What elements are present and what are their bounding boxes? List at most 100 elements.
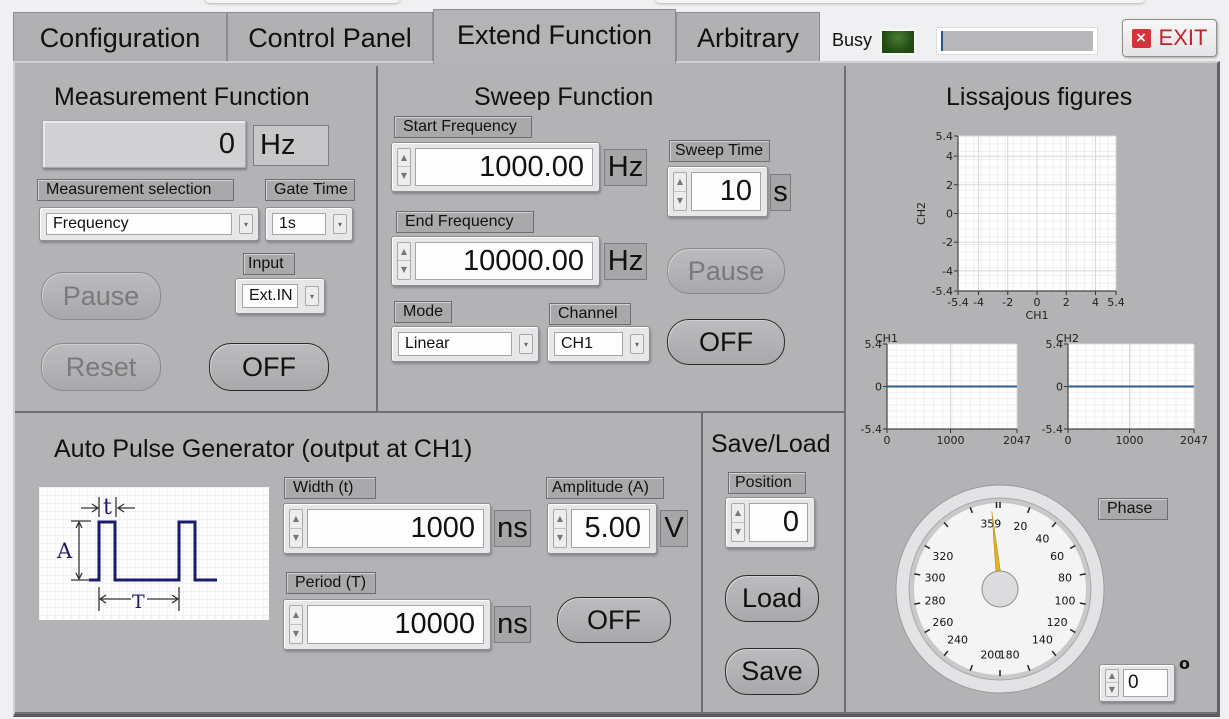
gauge-label: 40 (1035, 532, 1049, 545)
input-value: Ext.IN (242, 284, 298, 308)
measurement-reset-button[interactable]: Reset (41, 343, 161, 391)
increment-icon[interactable]: ▲ (398, 149, 410, 167)
sweep-on-off-toggle[interactable]: OFF (667, 319, 785, 365)
x-tick-label: 1000 (1116, 434, 1144, 447)
start-frequency-spinner[interactable]: ▲ ▼ (397, 148, 411, 186)
chevron-down-icon[interactable]: ▾ (305, 286, 319, 306)
measurement-on-off-toggle[interactable]: OFF (209, 343, 329, 391)
y-tick-label: 0 (946, 208, 953, 221)
save-button[interactable]: Save (725, 648, 819, 695)
position-value[interactable]: 0 (749, 503, 808, 542)
measurement-pause-button[interactable]: Pause (41, 272, 161, 320)
chevron-down-icon[interactable]: ▾ (239, 214, 253, 234)
y-tick-label: -5.4 (932, 285, 953, 298)
gauge-label: 20 (1013, 520, 1027, 533)
start-frequency-value[interactable]: 1000.00 (415, 148, 593, 186)
tab-extend-function[interactable]: Extend Function (433, 9, 676, 64)
x-tick-label: 4 (1092, 296, 1099, 309)
start-frequency-input[interactable]: ▲ ▼ 1000.00 (391, 142, 600, 192)
degree-symbol: o (1179, 654, 1190, 673)
period-input[interactable]: ▲ ▼ 10000 (283, 599, 491, 650)
gate-time-dropdown[interactable]: 1s ▾ (265, 207, 353, 241)
width-value[interactable]: 1000 (307, 509, 484, 548)
gauge-tick (1079, 602, 1086, 605)
amplitude-label: Amplitude (A) (546, 477, 664, 499)
decrement-icon[interactable]: ▼ (398, 261, 410, 279)
position-input[interactable]: ▲ ▼ 0 (725, 497, 815, 548)
decrement-icon[interactable]: ▼ (674, 192, 686, 211)
y-tick-label: 0 (1056, 381, 1063, 394)
end-frequency-input[interactable]: ▲ ▼ 10000.00 (391, 236, 600, 286)
measurement-selection-dropdown[interactable]: Frequency ▾ (39, 207, 259, 241)
gauge-tick (1079, 573, 1086, 576)
frequency-reading-value: 0 (218, 127, 235, 160)
gauge-label: 80 (1058, 572, 1072, 585)
pulse-on-off-toggle[interactable]: OFF (557, 597, 671, 643)
tab-control-panel[interactable]: Control Panel (227, 12, 433, 62)
amplitude-value[interactable]: 5.00 (571, 509, 650, 548)
period-value[interactable]: 10000 (307, 605, 484, 644)
top-decoration (205, 0, 400, 3)
tab-arbitrary[interactable]: Arbitrary (676, 12, 820, 62)
phase-value[interactable]: 0 (1123, 669, 1168, 697)
decrement-icon[interactable]: ▼ (1106, 683, 1118, 696)
y-tick-label: 5.4 (936, 130, 954, 143)
sweep-time-value[interactable]: 10 (691, 172, 761, 211)
y-tick-label: -2 (942, 236, 953, 249)
increment-icon[interactable]: ▲ (554, 510, 566, 529)
mode-dropdown[interactable]: Linear ▾ (391, 326, 539, 362)
decrement-icon[interactable]: ▼ (398, 167, 410, 185)
phase-input[interactable]: ▲ ▼ 0 (1099, 664, 1175, 702)
y-tick-label: -5.4 (861, 423, 882, 436)
sweep-time-input[interactable]: ▲ ▼ 10 (667, 166, 768, 217)
position-spinner[interactable]: ▲ ▼ (731, 503, 745, 542)
tab-configuration[interactable]: Configuration (13, 12, 227, 62)
decrement-icon[interactable]: ▼ (554, 529, 566, 548)
phase-gauge[interactable]: 359 20 4060 80 100 120 140 180200 240 260 280 300 32… (894, 483, 1106, 695)
sweep-time-unit: s (770, 174, 791, 211)
busy-label: Busy (832, 30, 873, 50)
chevron-down-icon[interactable]: ▾ (519, 334, 533, 354)
y-tick-label: -4 (942, 265, 953, 278)
y-tick-label: 2 (946, 179, 953, 192)
x-tick-label: 2047 (1180, 434, 1208, 447)
decrement-icon[interactable]: ▼ (290, 625, 302, 644)
top-decoration (655, 0, 1145, 3)
chevron-down-icon[interactable]: ▾ (333, 214, 347, 234)
increment-icon[interactable]: ▲ (732, 504, 744, 523)
gauge-tick (914, 602, 921, 605)
sweep-time-spinner[interactable]: ▲ ▼ (673, 172, 687, 211)
increment-icon[interactable]: ▲ (290, 606, 302, 625)
width-input[interactable]: ▲ ▼ 1000 (283, 503, 491, 554)
measurement-selection-label: Measurement selection (37, 179, 234, 201)
lissajous-panel: Lissajous figures -5.4 -4 -2 0 2 4 5.4 5.4 4 2 0 -2… (844, 66, 1217, 714)
input-dropdown[interactable]: Ext.IN ▾ (235, 278, 325, 314)
decrement-icon[interactable]: ▼ (732, 523, 744, 542)
gauge-label: 200 (980, 648, 1001, 661)
sweep-pause-button[interactable]: Pause (667, 248, 785, 294)
sweep-title: Sweep Function (474, 83, 654, 111)
end-frequency-spinner[interactable]: ▲ ▼ (397, 242, 411, 280)
increment-icon[interactable]: ▲ (1106, 670, 1118, 683)
exit-label: EXIT (1158, 25, 1208, 50)
amplitude-input[interactable]: ▲ ▼ 5.00 (547, 503, 657, 554)
increment-icon[interactable]: ▲ (674, 173, 686, 192)
width-spinner[interactable]: ▲ ▼ (289, 509, 303, 548)
gauge-label: 320 (932, 550, 953, 563)
period-spinner[interactable]: ▲ ▼ (289, 605, 303, 644)
gauge-label: 240 (947, 634, 968, 647)
chevron-down-icon[interactable]: ▾ (630, 334, 644, 354)
load-button[interactable]: Load (725, 575, 819, 622)
channel-dropdown[interactable]: CH1 ▾ (547, 326, 650, 362)
decrement-icon[interactable]: ▼ (290, 529, 302, 548)
gauge-label: 300 (925, 572, 946, 585)
measurement-title: Measurement Function (54, 83, 310, 111)
exit-button[interactable]: × EXIT (1122, 19, 1217, 57)
amplitude-spinner[interactable]: ▲ ▼ (553, 509, 567, 548)
pulse-diagram: A t T (39, 487, 269, 620)
increment-icon[interactable]: ▲ (398, 243, 410, 261)
end-frequency-value[interactable]: 10000.00 (415, 242, 593, 280)
phase-spinner[interactable]: ▲ ▼ (1105, 669, 1119, 697)
x-tick-label: -2 (1002, 296, 1013, 309)
increment-icon[interactable]: ▲ (290, 510, 302, 529)
